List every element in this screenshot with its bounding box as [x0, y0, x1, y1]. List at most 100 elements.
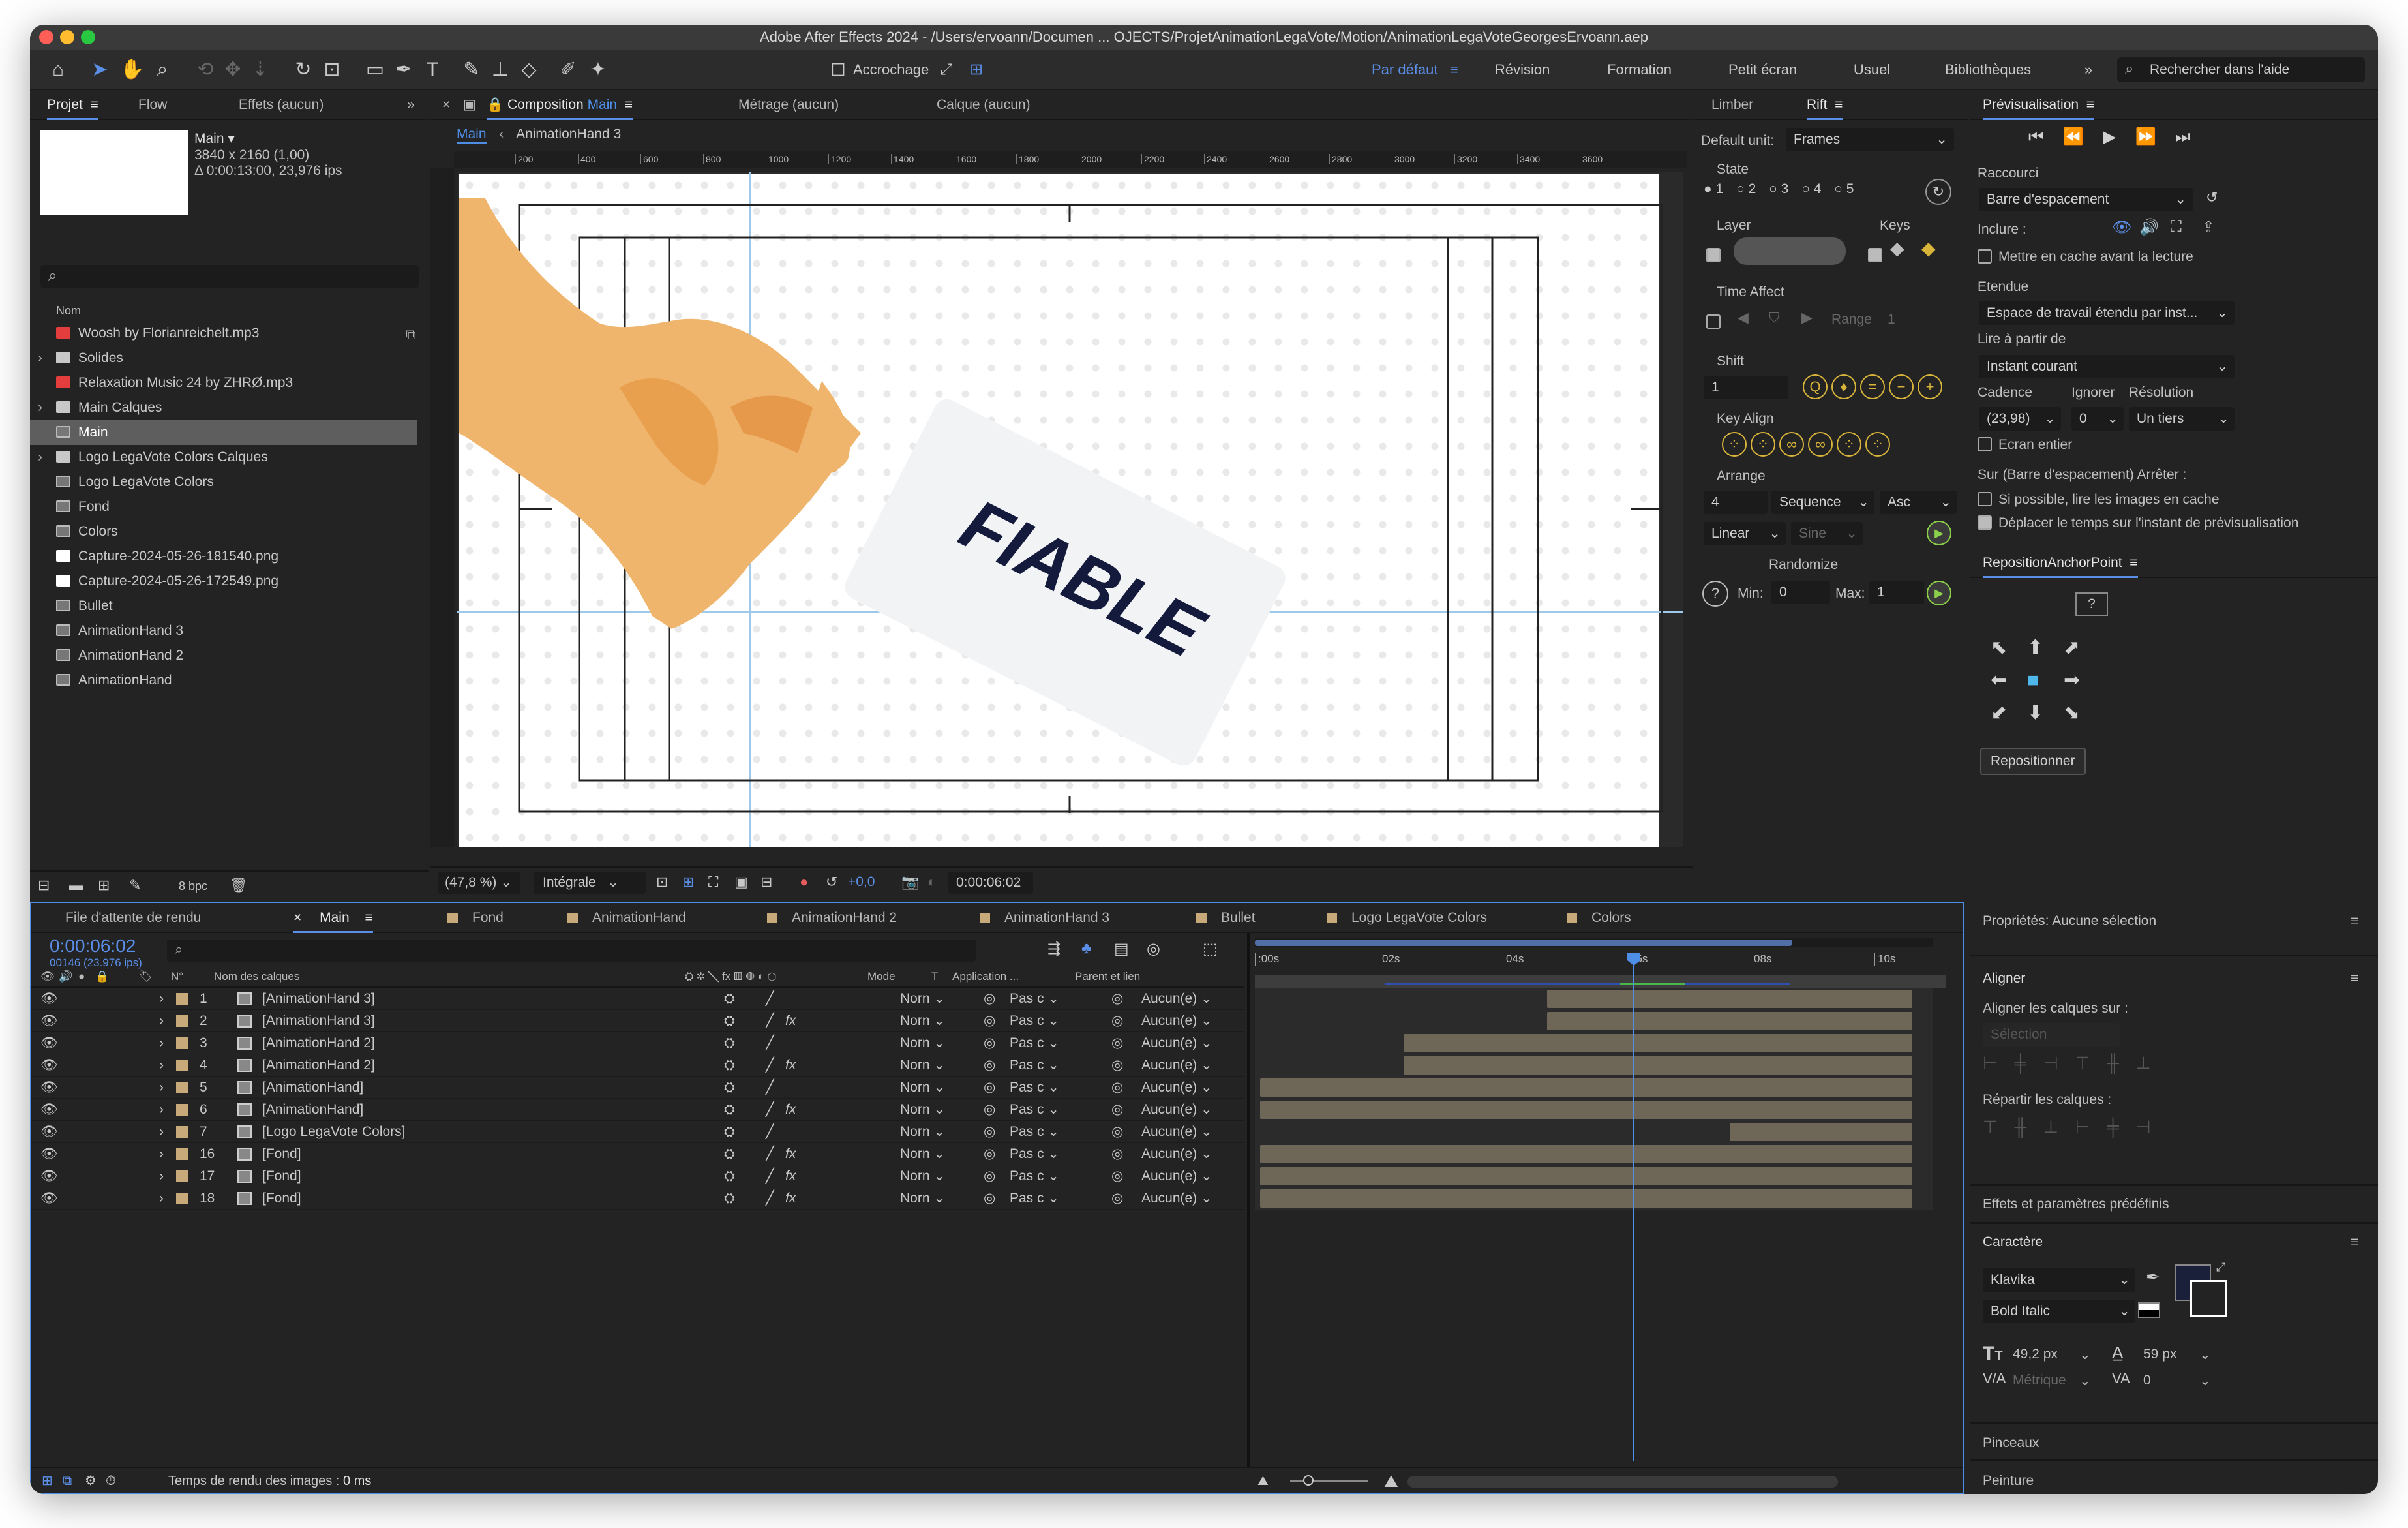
layer-duration-bar[interactable] — [1404, 1034, 1912, 1052]
anchor-top-icon[interactable]: ⬆ — [2027, 632, 2064, 664]
align-menu-icon[interactable]: ≡ — [2351, 971, 2358, 986]
timeline-scrollbar[interactable] — [1407, 1476, 1838, 1488]
ignore-dropdown[interactable]: 0 ⌄ — [2071, 407, 2124, 431]
blend-mode-dropdown[interactable]: Norn ⌄ — [900, 1077, 945, 1099]
timeline-tab[interactable]: Colors — [1567, 903, 1631, 933]
anchor-tool-icon[interactable]: ⊡ — [320, 57, 344, 82]
font-family-dropdown[interactable]: Klavika ⌄ — [1983, 1268, 2135, 1292]
project-item[interactable]: AnimationHand 3 — [30, 619, 417, 643]
expand-chevron-icon[interactable]: › — [159, 1121, 164, 1143]
state-5-radio[interactable]: ○ 5 — [1834, 181, 1854, 196]
expand-chevron-icon[interactable]: › — [159, 1165, 164, 1187]
align-left-icon[interactable]: ⊢ — [1983, 1053, 2015, 1073]
spiral-icon[interactable]: ◎ — [984, 1077, 995, 1099]
workspace-review[interactable]: Révision — [1495, 50, 1550, 90]
blend-mode-dropdown[interactable]: Norn ⌄ — [900, 1121, 945, 1143]
shortcut-dropdown[interactable]: Barre d'espacement ⌄ — [1979, 188, 2193, 211]
quality-switch-icon[interactable]: ╱ — [766, 1077, 774, 1099]
blend-mode-dropdown[interactable]: Norn ⌄ — [900, 1187, 945, 1210]
character-menu-icon[interactable]: ≡ — [2351, 1234, 2358, 1250]
interpret-footage-icon[interactable]: ⊟ — [38, 877, 50, 894]
timeline-layer-row[interactable]: 👁 › 3 [AnimationHand 2] ⛭ ╱ Norn ⌄ ◎ Pas c ⌄ ◎ Auc… — [31, 1032, 1244, 1054]
parent-dropdown[interactable]: Aucun(e) ⌄ — [1141, 1032, 1212, 1054]
fx-switch-icon[interactable]: fx — [785, 1143, 796, 1165]
fx-switch-icon[interactable]: fx — [785, 1010, 796, 1032]
timeline-layer-row[interactable]: 👁 › 5 [AnimationHand] ⛭ ╱ Norn ⌄ ◎ Pas c ⌄ ◎ Aucun… — [31, 1077, 1244, 1099]
min-input[interactable]: 0 — [1771, 581, 1830, 604]
stroke-color-swatch[interactable] — [2190, 1280, 2227, 1317]
workspace-libraries[interactable]: Bibliothèques — [1945, 50, 2031, 90]
tab-limber[interactable]: Limber — [1711, 90, 1753, 120]
region-of-interest-icon[interactable]: ▣ — [734, 868, 748, 896]
collapse-switch-icon[interactable]: ⛭ — [724, 1099, 735, 1121]
layer-duration-bar[interactable] — [1730, 1123, 1912, 1141]
parent-pickwhip-icon[interactable]: ◎ — [1111, 1099, 1123, 1121]
horizontal-ruler[interactable]: 200 400 600 800 1000 1200 1400 1600 1800 2000 2200… — [454, 151, 1687, 168]
render-settings-icon[interactable]: ⊞ — [42, 1468, 53, 1493]
parent-dropdown[interactable]: Aucun(e) ⌄ — [1141, 1143, 1212, 1165]
blend-mode-dropdown[interactable]: Norn ⌄ — [900, 1010, 945, 1032]
pen-tool-icon[interactable]: ✒ — [391, 57, 416, 82]
key-align-6-button[interactable]: ⁘ — [1865, 432, 1890, 457]
spiral-icon[interactable]: ◎ — [984, 1054, 995, 1077]
spiral-icon[interactable]: ◎ — [984, 1010, 995, 1032]
font-size-value[interactable]: 49,2 px — [2013, 1347, 2058, 1362]
align-to-dropdown[interactable]: Sélection — [1983, 1023, 2120, 1047]
parent-pickwhip-icon[interactable]: ◎ — [1111, 1143, 1123, 1165]
reset-exposure-icon[interactable]: ↺ — [826, 868, 837, 896]
clone-stamp-tool-icon[interactable]: ⊥ — [488, 57, 513, 82]
timeline-layer-row[interactable]: 👁 › 18 [Fond] ⛭ ╱ fx Norn ⌄ ◎ Pas c ⌄ ◎ Aucun(e) ⌄ — [31, 1187, 1244, 1210]
quality-switch-icon[interactable]: ╱ — [766, 1187, 774, 1210]
collapse-switch-icon[interactable]: ⛭ — [724, 1143, 735, 1165]
comp-name[interactable]: Main ▾ — [194, 130, 235, 147]
quality-switch-icon[interactable]: ╱ — [766, 1165, 774, 1187]
project-item[interactable]: Relaxation Music 24 by ZHRØ.mp3 — [30, 371, 417, 395]
expand-chevron-icon[interactable]: › — [38, 445, 42, 470]
layer-duration-bar[interactable] — [1260, 1145, 1912, 1163]
parent-pickwhip-icon[interactable]: ◎ — [1111, 1010, 1123, 1032]
snapshot-icon[interactable]: 📷 — [901, 868, 919, 896]
collapse-switch-icon[interactable]: ⛭ — [724, 1077, 735, 1099]
font-style-dropdown[interactable]: Bold Italic ⌄ — [1983, 1300, 2135, 1323]
cache-option[interactable]: Mettre en cache avant la lecture — [1978, 249, 2193, 265]
shift-q-button[interactable]: Q — [1803, 374, 1828, 399]
track-matte-dropdown[interactable]: Pas c ⌄ — [1010, 1143, 1059, 1165]
quality-switch-icon[interactable]: ╱ — [766, 1010, 774, 1032]
visibility-col-icon[interactable]: 👁 — [40, 966, 55, 988]
collapse-switch-icon[interactable]: ⛭ — [724, 1010, 735, 1032]
breadcrumb-main[interactable]: Main — [457, 127, 487, 144]
time-affect-shield-icon[interactable]: ⛉ — [1769, 309, 1780, 326]
parent-pickwhip-icon[interactable]: ◎ — [1111, 1032, 1123, 1054]
collapse-switch-icon[interactable]: ⛭ — [724, 1165, 735, 1187]
timeline-divider[interactable] — [1247, 933, 1250, 1468]
shift-minus-button[interactable]: − — [1889, 374, 1914, 399]
workspace-default[interactable]: Par défaut ≡ — [1372, 50, 1458, 90]
timeline-tab[interactable]: Bullet — [1196, 903, 1256, 933]
parent-dropdown[interactable]: Aucun(e) ⌄ — [1141, 1010, 1212, 1032]
project-item[interactable]: Woosh by Florianreichelt.mp3 — [30, 321, 417, 346]
last-frame-icon[interactable]: ⏭ — [2175, 127, 2190, 146]
eyedropper-icon[interactable]: ✒ — [2146, 1267, 2160, 1287]
quality-switch-icon[interactable]: ╱ — [766, 1099, 774, 1121]
layer-duration-bar[interactable] — [1404, 1056, 1912, 1075]
parent-dropdown[interactable]: Aucun(e) ⌄ — [1141, 1165, 1212, 1187]
col-number[interactable]: N° — [171, 966, 183, 988]
key-align-3-button[interactable]: ∞ — [1779, 432, 1804, 457]
visibility-toggle-icon[interactable]: 👁 — [40, 1077, 58, 1099]
expand-chevron-icon[interactable]: › — [159, 1099, 164, 1121]
col-track-matte[interactable]: Application ... — [952, 966, 1019, 988]
zoom-out-icon[interactable]: ⛰ — [1257, 1468, 1269, 1493]
shift-lamp-button[interactable]: ♦ — [1831, 374, 1856, 399]
layer-search-input[interactable]: ⌕ — [167, 940, 976, 962]
key-align-1-button[interactable]: ⁘ — [1722, 432, 1747, 457]
visibility-toggle-icon[interactable]: 👁 — [40, 1187, 58, 1210]
timeline-tab[interactable]: AnimationHand — [567, 903, 686, 933]
show-snapshot-icon[interactable]: ◐ — [927, 868, 936, 896]
project-item[interactable]: › Main Calques — [30, 395, 417, 420]
transfer-controls-icon[interactable]: ⚙ — [85, 1468, 97, 1493]
work-area-bar[interactable] — [1255, 975, 1946, 988]
orbit-tool-icon[interactable]: ⟲ — [193, 57, 218, 82]
col-layer-name[interactable]: Nom des calques — [214, 966, 299, 988]
close-comp-icon[interactable]: × — [442, 90, 450, 120]
timeline-layer-row[interactable]: 👁 › 7 [Logo LegaVote Colors] ⛭ ╱ Norn ⌄ ◎ Pas c … — [31, 1121, 1244, 1143]
